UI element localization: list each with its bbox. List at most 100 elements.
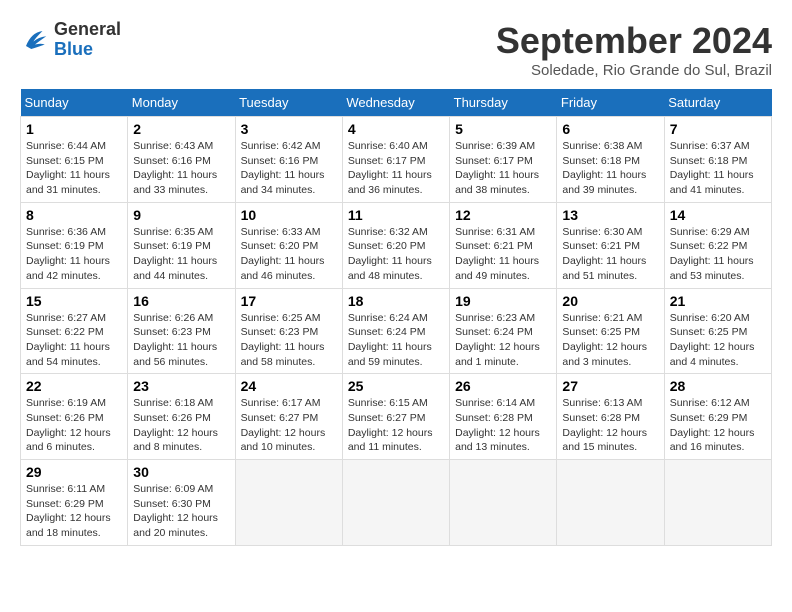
- day-number: 28: [670, 378, 766, 394]
- calendar-cell: 13 Sunrise: 6:30 AMSunset: 6:21 PMDaylig…: [557, 202, 664, 288]
- day-number: 17: [241, 293, 337, 309]
- location: Soledade, Rio Grande do Sul, Brazil: [496, 62, 772, 79]
- day-number: 2: [133, 121, 229, 137]
- day-info: Sunrise: 6:09 AMSunset: 6:30 PMDaylight:…: [133, 483, 218, 539]
- day-number: 12: [455, 207, 551, 223]
- header-saturday: Saturday: [664, 89, 771, 117]
- calendar-cell: 11 Sunrise: 6:32 AMSunset: 6:20 PMDaylig…: [342, 202, 449, 288]
- calendar-cell: 10 Sunrise: 6:33 AMSunset: 6:20 PMDaylig…: [235, 202, 342, 288]
- day-info: Sunrise: 6:32 AMSunset: 6:20 PMDaylight:…: [348, 226, 432, 282]
- day-info: Sunrise: 6:11 AMSunset: 6:29 PMDaylight:…: [26, 483, 111, 539]
- day-info: Sunrise: 6:31 AMSunset: 6:21 PMDaylight:…: [455, 226, 539, 282]
- calendar-cell: 21 Sunrise: 6:20 AMSunset: 6:25 PMDaylig…: [664, 288, 771, 374]
- day-number: 14: [670, 207, 766, 223]
- day-number: 20: [562, 293, 658, 309]
- calendar-cell: 16 Sunrise: 6:26 AMSunset: 6:23 PMDaylig…: [128, 288, 235, 374]
- calendar-cell: [664, 460, 771, 546]
- day-number: 11: [348, 207, 444, 223]
- calendar-cell: 4 Sunrise: 6:40 AMSunset: 6:17 PMDayligh…: [342, 117, 449, 203]
- day-number: 9: [133, 207, 229, 223]
- day-info: Sunrise: 6:29 AMSunset: 6:22 PMDaylight:…: [670, 226, 754, 282]
- day-info: Sunrise: 6:43 AMSunset: 6:16 PMDaylight:…: [133, 140, 217, 196]
- day-number: 19: [455, 293, 551, 309]
- day-number: 1: [26, 121, 122, 137]
- title-section: September 2024 Soledade, Rio Grande do S…: [496, 20, 772, 79]
- day-info: Sunrise: 6:21 AMSunset: 6:25 PMDaylight:…: [562, 312, 647, 368]
- calendar-cell: 14 Sunrise: 6:29 AMSunset: 6:22 PMDaylig…: [664, 202, 771, 288]
- calendar-cell: [557, 460, 664, 546]
- header-wednesday: Wednesday: [342, 89, 449, 117]
- day-info: Sunrise: 6:27 AMSunset: 6:22 PMDaylight:…: [26, 312, 110, 368]
- day-number: 23: [133, 378, 229, 394]
- day-info: Sunrise: 6:37 AMSunset: 6:18 PMDaylight:…: [670, 140, 754, 196]
- calendar-cell: 6 Sunrise: 6:38 AMSunset: 6:18 PMDayligh…: [557, 117, 664, 203]
- day-info: Sunrise: 6:30 AMSunset: 6:21 PMDaylight:…: [562, 226, 646, 282]
- day-info: Sunrise: 6:18 AMSunset: 6:26 PMDaylight:…: [133, 397, 218, 453]
- calendar-week-5: 29 Sunrise: 6:11 AMSunset: 6:29 PMDaylig…: [21, 460, 772, 546]
- day-info: Sunrise: 6:14 AMSunset: 6:28 PMDaylight:…: [455, 397, 540, 453]
- calendar-cell: 15 Sunrise: 6:27 AMSunset: 6:22 PMDaylig…: [21, 288, 128, 374]
- calendar-cell: 17 Sunrise: 6:25 AMSunset: 6:23 PMDaylig…: [235, 288, 342, 374]
- day-number: 30: [133, 464, 229, 480]
- header-tuesday: Tuesday: [235, 89, 342, 117]
- logo: General Blue: [20, 20, 121, 60]
- day-number: 15: [26, 293, 122, 309]
- day-info: Sunrise: 6:33 AMSunset: 6:20 PMDaylight:…: [241, 226, 325, 282]
- calendar-cell: 8 Sunrise: 6:36 AMSunset: 6:19 PMDayligh…: [21, 202, 128, 288]
- day-number: 4: [348, 121, 444, 137]
- calendar-header-row: SundayMondayTuesdayWednesdayThursdayFrid…: [21, 89, 772, 117]
- calendar-cell: 5 Sunrise: 6:39 AMSunset: 6:17 PMDayligh…: [450, 117, 557, 203]
- day-info: Sunrise: 6:38 AMSunset: 6:18 PMDaylight:…: [562, 140, 646, 196]
- calendar-week-1: 1 Sunrise: 6:44 AMSunset: 6:15 PMDayligh…: [21, 117, 772, 203]
- header-friday: Friday: [557, 89, 664, 117]
- day-info: Sunrise: 6:35 AMSunset: 6:19 PMDaylight:…: [133, 226, 217, 282]
- calendar-cell: 1 Sunrise: 6:44 AMSunset: 6:15 PMDayligh…: [21, 117, 128, 203]
- calendar-week-2: 8 Sunrise: 6:36 AMSunset: 6:19 PMDayligh…: [21, 202, 772, 288]
- calendar-cell: 30 Sunrise: 6:09 AMSunset: 6:30 PMDaylig…: [128, 460, 235, 546]
- day-number: 21: [670, 293, 766, 309]
- calendar-cell: [235, 460, 342, 546]
- day-number: 13: [562, 207, 658, 223]
- day-info: Sunrise: 6:13 AMSunset: 6:28 PMDaylight:…: [562, 397, 647, 453]
- day-info: Sunrise: 6:42 AMSunset: 6:16 PMDaylight:…: [241, 140, 325, 196]
- day-info: Sunrise: 6:26 AMSunset: 6:23 PMDaylight:…: [133, 312, 217, 368]
- calendar-cell: 24 Sunrise: 6:17 AMSunset: 6:27 PMDaylig…: [235, 374, 342, 460]
- header-monday: Monday: [128, 89, 235, 117]
- day-number: 29: [26, 464, 122, 480]
- day-info: Sunrise: 6:24 AMSunset: 6:24 PMDaylight:…: [348, 312, 432, 368]
- calendar-week-4: 22 Sunrise: 6:19 AMSunset: 6:26 PMDaylig…: [21, 374, 772, 460]
- day-info: Sunrise: 6:23 AMSunset: 6:24 PMDaylight:…: [455, 312, 540, 368]
- day-info: Sunrise: 6:17 AMSunset: 6:27 PMDaylight:…: [241, 397, 326, 453]
- logo-bird-icon: [20, 25, 50, 55]
- logo-blue: Blue: [54, 40, 121, 60]
- calendar-week-3: 15 Sunrise: 6:27 AMSunset: 6:22 PMDaylig…: [21, 288, 772, 374]
- calendar-cell: 18 Sunrise: 6:24 AMSunset: 6:24 PMDaylig…: [342, 288, 449, 374]
- day-info: Sunrise: 6:12 AMSunset: 6:29 PMDaylight:…: [670, 397, 755, 453]
- day-number: 5: [455, 121, 551, 137]
- calendar-cell: 9 Sunrise: 6:35 AMSunset: 6:19 PMDayligh…: [128, 202, 235, 288]
- calendar-cell: 2 Sunrise: 6:43 AMSunset: 6:16 PMDayligh…: [128, 117, 235, 203]
- calendar-cell: 22 Sunrise: 6:19 AMSunset: 6:26 PMDaylig…: [21, 374, 128, 460]
- calendar-cell: 20 Sunrise: 6:21 AMSunset: 6:25 PMDaylig…: [557, 288, 664, 374]
- day-number: 3: [241, 121, 337, 137]
- month-title: September 2024: [496, 20, 772, 62]
- day-info: Sunrise: 6:19 AMSunset: 6:26 PMDaylight:…: [26, 397, 111, 453]
- calendar-cell: 28 Sunrise: 6:12 AMSunset: 6:29 PMDaylig…: [664, 374, 771, 460]
- day-number: 16: [133, 293, 229, 309]
- calendar-cell: 29 Sunrise: 6:11 AMSunset: 6:29 PMDaylig…: [21, 460, 128, 546]
- day-number: 6: [562, 121, 658, 137]
- day-number: 26: [455, 378, 551, 394]
- day-number: 25: [348, 378, 444, 394]
- day-number: 24: [241, 378, 337, 394]
- day-number: 18: [348, 293, 444, 309]
- logo-general: General: [54, 20, 121, 40]
- calendar-cell: 7 Sunrise: 6:37 AMSunset: 6:18 PMDayligh…: [664, 117, 771, 203]
- header-thursday: Thursday: [450, 89, 557, 117]
- day-info: Sunrise: 6:44 AMSunset: 6:15 PMDaylight:…: [26, 140, 110, 196]
- day-info: Sunrise: 6:20 AMSunset: 6:25 PMDaylight:…: [670, 312, 755, 368]
- calendar-cell: [450, 460, 557, 546]
- day-info: Sunrise: 6:15 AMSunset: 6:27 PMDaylight:…: [348, 397, 433, 453]
- day-info: Sunrise: 6:40 AMSunset: 6:17 PMDaylight:…: [348, 140, 432, 196]
- calendar-cell: 25 Sunrise: 6:15 AMSunset: 6:27 PMDaylig…: [342, 374, 449, 460]
- day-info: Sunrise: 6:36 AMSunset: 6:19 PMDaylight:…: [26, 226, 110, 282]
